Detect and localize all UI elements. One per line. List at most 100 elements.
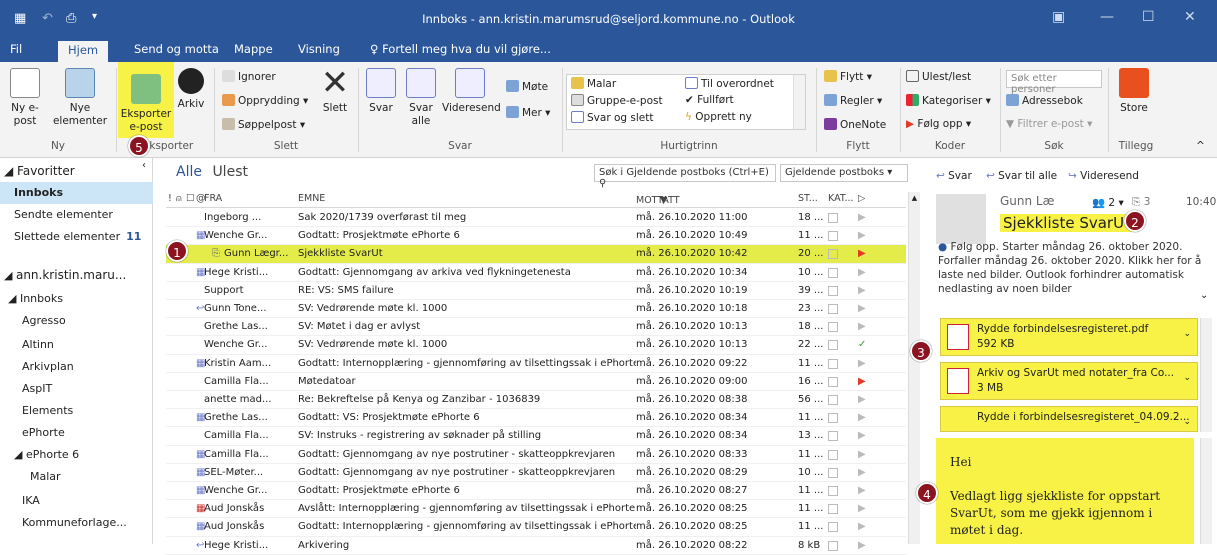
attachment-dropdown-icon[interactable]: ⌄ xyxy=(1183,417,1191,427)
folder-item[interactable]: Agresso xyxy=(0,310,153,332)
flag-icon[interactable]: ▶ xyxy=(858,227,872,245)
expand-arrow-icon[interactable]: ◢ xyxy=(14,448,26,461)
tab-visning[interactable]: Visning xyxy=(298,42,340,56)
message-row[interactable]: ▦ Grethe Las... Godtatt: VS: Prosjektmøte … xyxy=(166,409,906,428)
body-scrollbar[interactable] xyxy=(1200,438,1212,544)
filter-unread-tab[interactable]: Ulest xyxy=(212,164,248,180)
message-row[interactable]: ▦ Aud Jonskås Godtatt: Internopplæring - g… xyxy=(166,518,906,537)
message-row[interactable]: Camilla Fla... SV: Instruks - registrerin… xyxy=(166,427,906,446)
flag-icon[interactable]: ▶ xyxy=(858,300,872,318)
unread-read-button[interactable]: Ulest/lest xyxy=(906,70,971,83)
flag-icon[interactable]: ▶ xyxy=(858,537,872,555)
onenote-button[interactable]: OneNote xyxy=(824,118,886,131)
scroll-up-icon[interactable]: ▲ xyxy=(910,194,919,204)
maximize-icon[interactable]: ☐ xyxy=(1142,9,1155,25)
col-subject[interactable]: EMNE xyxy=(298,193,325,204)
attachments-scrollbar[interactable] xyxy=(1200,318,1212,432)
flag-icon[interactable]: ▶ xyxy=(858,318,872,336)
message-row[interactable]: ▦ Hege Kristi... Godtatt: Gjennomgang av a… xyxy=(166,264,906,282)
col-categories[interactable]: KAT... xyxy=(828,193,854,204)
collapse-ribbon-icon[interactable]: ^ xyxy=(1196,140,1205,152)
new-items-button[interactable]: Nye elementer xyxy=(50,68,110,128)
flag-header-icon[interactable]: ▷ xyxy=(858,193,865,204)
folder-item[interactable]: Arkivplan xyxy=(0,356,153,378)
flag-icon[interactable]: ▶ xyxy=(858,245,872,263)
search-people-input[interactable]: Søk etter personer xyxy=(1006,70,1102,95)
qs-malar[interactable]: Malar xyxy=(571,77,616,90)
export-email-button[interactable]: Eksporter e-post xyxy=(118,62,174,138)
col-from[interactable]: FRA xyxy=(204,193,222,204)
category-box[interactable] xyxy=(828,285,838,296)
tab-send-og-motta[interactable]: Send og motta xyxy=(134,42,219,56)
folder-item[interactable]: ◢ ePhorte 6 xyxy=(0,444,153,466)
recipients-count[interactable]: 👥 2 ▾ xyxy=(1092,196,1124,209)
message-row[interactable]: ▦ SEL-Møter... Godtatt: Gjennomgang av nye… xyxy=(166,464,906,482)
folder-item[interactable]: Innboks xyxy=(0,182,153,204)
category-box[interactable] xyxy=(828,249,838,260)
junk-button[interactable]: Søppelpost ▾ xyxy=(222,118,305,131)
flag-icon[interactable]: ▶ xyxy=(858,282,872,300)
reminder-header-icon[interactable]: ⍝ xyxy=(176,193,182,204)
reply-button[interactable]: Svar xyxy=(366,68,396,115)
attachment-item[interactable]: Rydde forbindelsesregisteret.pdf 592 KB ⌄ xyxy=(940,318,1198,356)
message-row[interactable]: Wenche Gr... SV: Vedrørende møte kl. 1000… xyxy=(166,336,906,355)
store-button[interactable]: Store xyxy=(1114,68,1154,115)
expand-arrow-icon[interactable]: ◢ xyxy=(4,269,16,282)
expand-arrow-icon[interactable]: ◢ xyxy=(8,292,20,305)
tab-fil[interactable]: Fil xyxy=(10,42,22,56)
address-book-button[interactable]: Adressebok xyxy=(1006,94,1083,107)
check-icon[interactable]: ✓ xyxy=(858,336,872,354)
message-row[interactable]: anette mad... Re: Bekreftelse på Kenya og… xyxy=(166,391,906,410)
ignore-button[interactable]: Ignorer xyxy=(222,70,276,83)
qs-create-new[interactable]: ϟ Opprett ny xyxy=(685,111,752,123)
qs-to-manager[interactable]: Til overordnet xyxy=(685,77,774,90)
flag-icon[interactable]: ▶ xyxy=(858,373,872,391)
quick-steps-scroll[interactable] xyxy=(793,75,805,129)
categorize-button[interactable]: Kategoriser ▾ xyxy=(906,94,991,107)
folder-item[interactable]: Slettede elementer 11 xyxy=(0,226,153,248)
flag-icon[interactable]: ▶ xyxy=(858,500,872,518)
favorites-header[interactable]: ◢ Favoritter xyxy=(4,160,157,182)
message-row[interactable]: ▦ Aud Jonskås Avslått: Internopplæring - g… xyxy=(166,500,906,519)
folder-item[interactable]: Elements xyxy=(0,400,153,422)
category-box[interactable] xyxy=(828,358,838,369)
category-box[interactable] xyxy=(828,522,838,533)
message-row[interactable]: Grethe Las... SV: Møtet i dag er avlyst må… xyxy=(166,318,906,337)
flag-icon[interactable]: ▶ xyxy=(858,427,872,445)
message-row[interactable]: ▦ Wenche Gr... Godtatt: Prosjektmøte ePhor… xyxy=(166,482,906,501)
sender-name[interactable]: Gunn Læ xyxy=(1000,194,1054,208)
flag-icon[interactable]: ▶ xyxy=(858,482,872,500)
reading-reply-button[interactable]: ↩ Svar xyxy=(936,170,972,182)
reply-all-button[interactable]: Svar alle xyxy=(404,68,438,128)
message-row[interactable]: ▦ Kristin Aam... Godtatt: Internopplæring … xyxy=(166,355,906,373)
ribbon-display-icon[interactable]: ▣ xyxy=(1052,9,1065,25)
category-box[interactable] xyxy=(828,213,838,223)
message-row[interactable]: ▦ Camilla Fla... Godtatt: Gjennomgang av n… xyxy=(166,446,906,464)
delete-button[interactable]: ✕ Slett xyxy=(318,66,352,115)
category-box[interactable] xyxy=(828,231,838,242)
category-box[interactable] xyxy=(828,431,838,442)
cleanup-button[interactable]: Opprydding ▾ xyxy=(222,94,308,107)
forward-button[interactable]: Videresend xyxy=(442,68,501,115)
minimize-icon[interactable]: — xyxy=(1100,9,1114,25)
reading-reply-all-button[interactable]: ↩ Svar til alle xyxy=(986,170,1057,182)
archive-button[interactable]: Arkiv xyxy=(176,68,206,111)
search-scope-dropdown[interactable]: Gjeldende postboks ▾ xyxy=(780,164,908,182)
folder-item[interactable]: ◢ ann.kristin.maru... xyxy=(0,264,153,286)
flag-icon[interactable]: ▶ xyxy=(858,409,872,427)
more-button[interactable]: Mer ▾ xyxy=(506,106,550,119)
flag-icon[interactable]: ▶ xyxy=(858,264,872,282)
category-box[interactable] xyxy=(828,376,838,387)
category-box[interactable] xyxy=(828,304,838,314)
message-row[interactable]: Camilla Fla... Møtedatoar må. 26.10.2020 0… xyxy=(166,373,906,391)
folder-item[interactable]: IKA xyxy=(0,490,153,512)
attachment-dropdown-icon[interactable]: ⌄ xyxy=(1183,373,1191,383)
category-box[interactable] xyxy=(828,467,838,478)
tell-me-search[interactable]: ♀ Fortell meg hva du vil gjøre... xyxy=(370,42,551,56)
category-box[interactable] xyxy=(828,504,838,515)
flag-icon[interactable]: ▶ xyxy=(858,464,872,482)
flag-icon[interactable]: ▶ xyxy=(858,355,872,373)
close-icon[interactable]: ✕ xyxy=(1184,9,1196,25)
flag-icon[interactable]: ▶ xyxy=(858,209,872,227)
col-size[interactable]: ST... xyxy=(798,193,818,204)
